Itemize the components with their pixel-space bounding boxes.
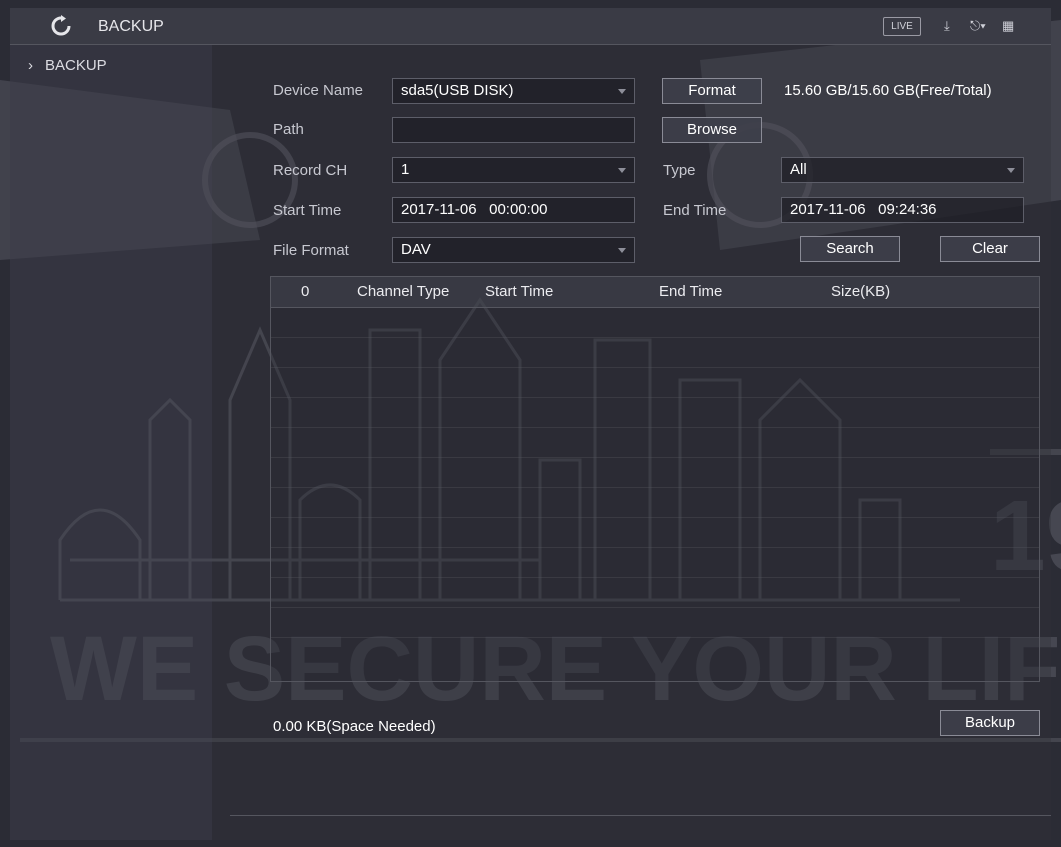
record-ch-label: Record CH — [273, 162, 348, 179]
file-format-select[interactable]: DAV — [392, 237, 635, 263]
record-ch-value: 1 — [401, 161, 410, 178]
device-name-select[interactable]: sda5(USB DISK) — [392, 78, 635, 104]
column-header-channel-type[interactable]: Channel Type — [357, 283, 449, 300]
table-row — [271, 577, 1039, 578]
table-row — [271, 547, 1039, 548]
end-time-field[interactable]: 2017-11-06 09:24:36 — [781, 197, 1024, 223]
record-ch-select[interactable]: 1 — [392, 157, 635, 183]
table-row — [271, 397, 1039, 398]
start-time-label: Start Time — [273, 202, 342, 219]
dropdown-arrow-icon — [618, 248, 626, 253]
column-header-size[interactable]: Size(KB) — [831, 283, 890, 300]
dropdown-arrow-icon — [618, 168, 626, 173]
path-field[interactable] — [392, 117, 635, 143]
column-header-end-time[interactable]: End Time — [659, 283, 722, 300]
table-row — [271, 637, 1039, 638]
format-button[interactable]: Format — [662, 78, 762, 104]
path-label: Path — [273, 121, 304, 138]
column-header-start-time[interactable]: Start Time — [485, 283, 553, 300]
table-header: 0 Channel Type Start Time End Time Size(… — [271, 277, 1039, 308]
type-select[interactable]: All — [781, 157, 1024, 183]
search-button[interactable]: Search — [800, 236, 900, 262]
table-row — [271, 427, 1039, 428]
device-name-label: Device Name — [273, 82, 364, 99]
table-row — [271, 367, 1039, 368]
file-format-value: DAV — [401, 241, 431, 258]
dropdown-arrow-icon — [1007, 168, 1015, 173]
table-row — [271, 487, 1039, 488]
table-row — [271, 337, 1039, 338]
clear-button[interactable]: Clear — [940, 236, 1040, 262]
table-row — [271, 517, 1039, 518]
file-table[interactable]: 0 Channel Type Start Time End Time Size(… — [270, 276, 1040, 682]
backup-button[interactable]: Backup — [940, 710, 1040, 736]
table-row — [271, 607, 1039, 608]
space-needed-text: 0.00 KB(Space Needed) — [273, 718, 436, 735]
device-name-value: sda5(USB DISK) — [401, 82, 514, 99]
end-time-label: End Time — [663, 202, 727, 219]
type-value: All — [790, 161, 807, 178]
browse-button[interactable]: Browse — [662, 117, 762, 143]
start-time-field[interactable]: 2017-11-06 00:00:00 — [392, 197, 635, 223]
table-row — [271, 457, 1039, 458]
capacity-text: 15.60 GB/15.60 GB(Free/Total) — [784, 82, 992, 99]
type-label: Type — [663, 162, 696, 179]
column-header-index[interactable]: 0 — [301, 283, 309, 300]
file-format-label: File Format — [273, 242, 349, 259]
dropdown-arrow-icon — [618, 89, 626, 94]
